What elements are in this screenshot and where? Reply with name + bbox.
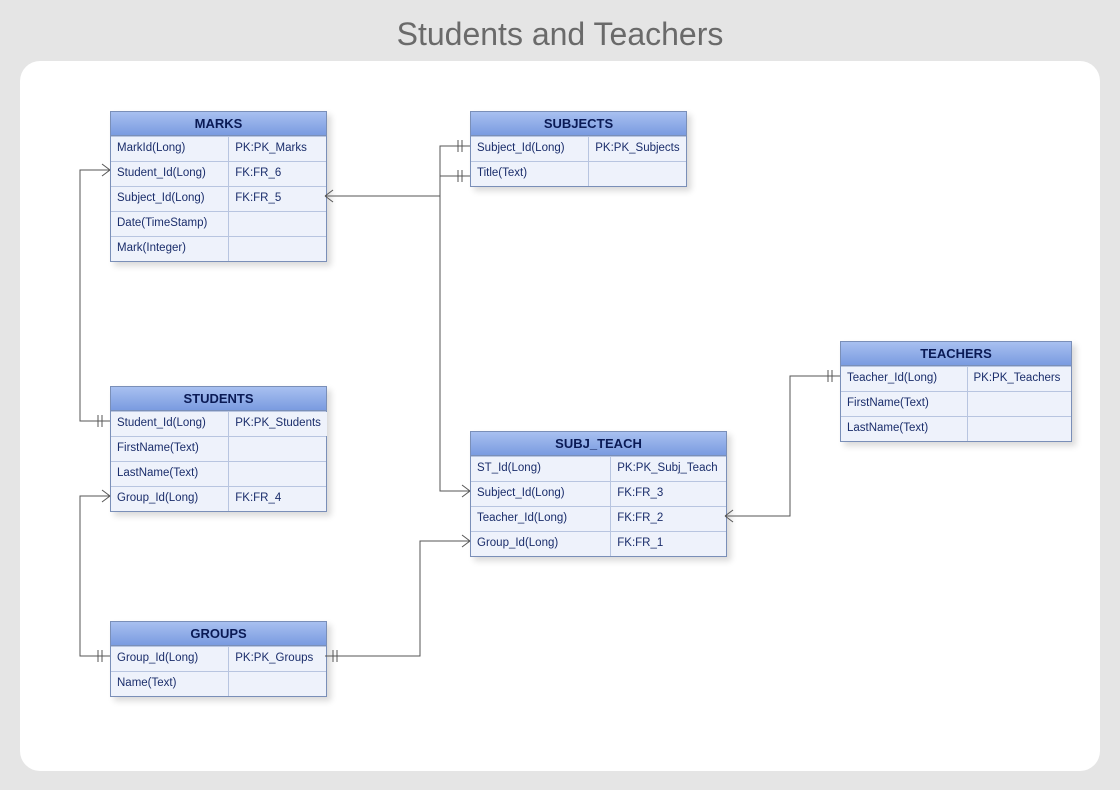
col: Date(TimeStamp) — [111, 212, 229, 236]
diagram-canvas: MARKS MarkId(Long)PK:PK_Marks Student_Id… — [20, 61, 1100, 771]
col: ST_Id(Long) — [471, 457, 611, 481]
key: FK:FR_3 — [611, 482, 726, 506]
col: LastName(Text) — [111, 462, 229, 486]
key: FK:FR_5 — [229, 187, 326, 211]
key: PK:PK_Subjects — [589, 137, 686, 161]
key: PK:PK_Groups — [229, 647, 326, 671]
col: Subject_Id(Long) — [471, 137, 589, 161]
entity-teachers: TEACHERS Teacher_Id(Long)PK:PK_Teachers … — [840, 341, 1072, 442]
entity-marks: MARKS MarkId(Long)PK:PK_Marks Student_Id… — [110, 111, 327, 262]
key: FK:FR_4 — [229, 487, 326, 511]
col: Mark(Integer) — [111, 237, 229, 261]
key — [589, 162, 686, 186]
entity-header-subj-teach: SUBJ_TEACH — [471, 432, 726, 456]
key — [968, 417, 1072, 441]
key: PK:PK_Teachers — [968, 367, 1072, 391]
col: Teacher_Id(Long) — [841, 367, 968, 391]
col: Subject_Id(Long) — [111, 187, 229, 211]
key — [229, 462, 326, 486]
entity-header-students: STUDENTS — [111, 387, 326, 411]
key: FK:FR_1 — [611, 532, 726, 556]
col: Student_Id(Long) — [111, 162, 229, 186]
col: Name(Text) — [111, 672, 229, 696]
entity-header-marks: MARKS — [111, 112, 326, 136]
col: MarkId(Long) — [111, 137, 229, 161]
entity-subjects: SUBJECTS Subject_Id(Long)PK:PK_Subjects … — [470, 111, 687, 187]
key: PK:PK_Marks — [229, 137, 326, 161]
col: Subject_Id(Long) — [471, 482, 611, 506]
key — [229, 212, 326, 236]
entity-groups: GROUPS Group_Id(Long)PK:PK_Groups Name(T… — [110, 621, 327, 697]
col: Teacher_Id(Long) — [471, 507, 611, 531]
col: Group_Id(Long) — [111, 647, 229, 671]
col: FirstName(Text) — [111, 437, 229, 461]
key — [968, 392, 1072, 416]
entity-header-groups: GROUPS — [111, 622, 326, 646]
key — [229, 672, 326, 696]
key — [229, 437, 326, 461]
key: FK:FR_2 — [611, 507, 726, 531]
entity-students: STUDENTS Student_Id(Long)PK:PK_Students … — [110, 386, 327, 512]
entity-header-subjects: SUBJECTS — [471, 112, 686, 136]
col: Group_Id(Long) — [471, 532, 611, 556]
col: FirstName(Text) — [841, 392, 968, 416]
col: Title(Text) — [471, 162, 589, 186]
col: Student_Id(Long) — [111, 412, 229, 436]
diagram-title: Students and Teachers — [0, 0, 1120, 61]
col: Group_Id(Long) — [111, 487, 229, 511]
key: PK:PK_Students — [229, 412, 327, 436]
key: PK:PK_Subj_Teach — [611, 457, 726, 481]
key: FK:FR_6 — [229, 162, 326, 186]
col: LastName(Text) — [841, 417, 968, 441]
key — [229, 237, 326, 261]
entity-header-teachers: TEACHERS — [841, 342, 1071, 366]
entity-subj-teach: SUBJ_TEACH ST_Id(Long)PK:PK_Subj_Teach S… — [470, 431, 727, 557]
